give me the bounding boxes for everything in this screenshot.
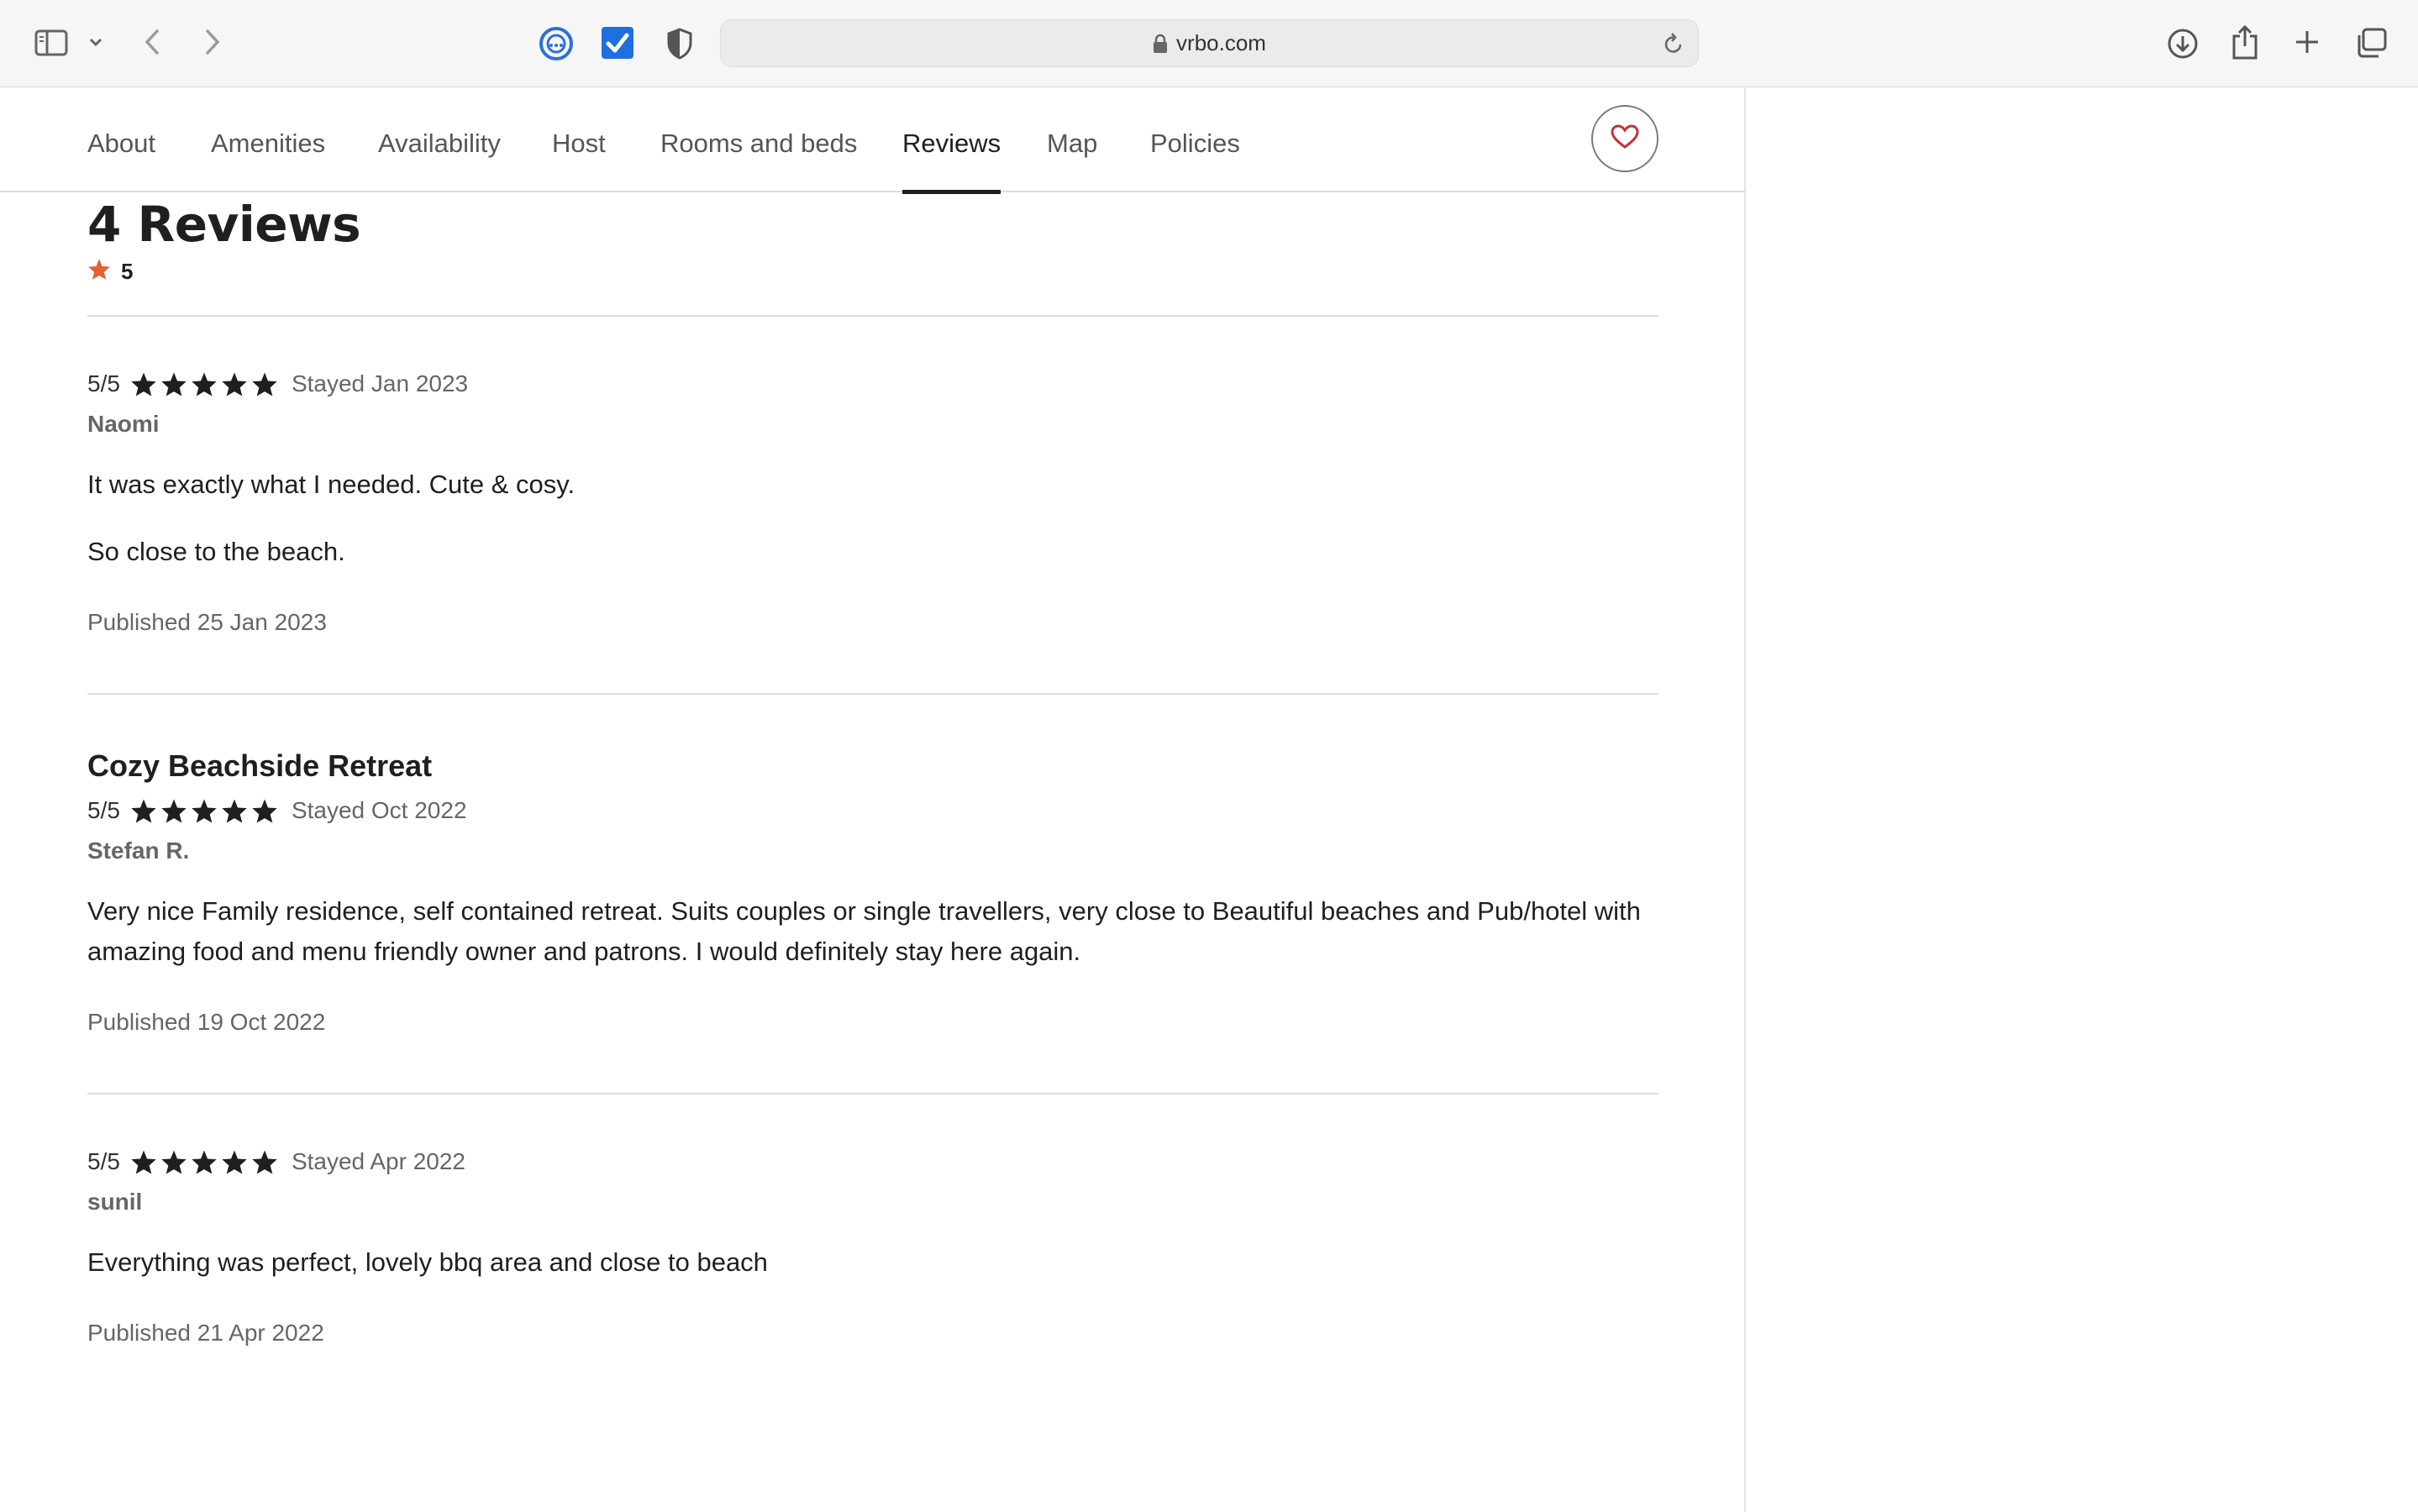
review-published-date: Published 19 Oct 2022: [87, 1009, 326, 1035]
star-icon: [222, 1150, 247, 1173]
tab-reviews[interactable]: Reviews: [902, 129, 1001, 194]
address-bar[interactable]: vrbo.com: [720, 19, 1699, 67]
browser-toolbar: vrbo.com: [0, 0, 2418, 87]
back-arrow-icon[interactable]: [139, 25, 165, 59]
review-stayed-date: Stayed Oct 2022: [291, 797, 467, 823]
right-blank-pane: [1748, 88, 2418, 1512]
star-icon: [222, 372, 247, 396]
review-rating-row: 5/5 Stayed Oct 2022: [87, 797, 1658, 824]
review-item: Cozy Beachside Retreat 5/5 Stayed Oct 20…: [87, 748, 1658, 1036]
overall-rating-value: 5: [121, 258, 134, 284]
star-icon: [192, 799, 217, 822]
download-icon[interactable]: [2166, 27, 2200, 60]
review-published-date: Published 21 Apr 2022: [87, 1320, 324, 1346]
share-icon[interactable]: [2230, 24, 2260, 60]
review-paragraph: So close to the beach.: [87, 537, 345, 566]
divider: [87, 315, 1658, 317]
review-score: 5/5: [87, 1148, 120, 1174]
review-title: Cozy Beachside Retreat: [87, 748, 433, 783]
star-icon: [252, 372, 277, 396]
review-stayed-date: Stayed Jan 2023: [291, 370, 469, 396]
forward-arrow-icon[interactable]: [200, 25, 225, 59]
star-icon: [192, 372, 217, 396]
star-icon: [161, 799, 187, 822]
checkbox-extension-icon[interactable]: [600, 25, 635, 60]
review-author: sunil: [87, 1189, 143, 1215]
star-icon: [131, 1150, 156, 1173]
tab-availability[interactable]: Availability: [378, 129, 501, 192]
review-score: 5/5: [87, 370, 120, 396]
star-icon: [87, 258, 111, 285]
review-body: It was exactly what I needed. Cute & cos…: [87, 465, 1658, 572]
shield-icon[interactable]: [664, 27, 696, 60]
web-page: About Amenities Availability Host Rooms …: [0, 88, 1746, 1512]
review-item: 5/5 Stayed Jan 2023 Naomi It was exactly…: [87, 370, 1658, 636]
tab-host[interactable]: Host: [552, 129, 606, 192]
reload-icon[interactable]: [1663, 32, 1685, 60]
lock-icon: [1153, 34, 1168, 54]
star-icon: [131, 799, 156, 822]
review-body: Everything was perfect, lovely bbq area …: [87, 1242, 1658, 1283]
review-stars: [130, 371, 278, 397]
review-paragraph: Very nice Family residence, self contain…: [87, 896, 1641, 966]
tab-overview-icon[interactable]: [2354, 27, 2388, 59]
tab-map[interactable]: Map: [1047, 129, 1097, 192]
overall-rating: 5: [87, 258, 1658, 285]
reviews-heading: 4 Reviews: [87, 196, 361, 253]
tab-amenities[interactable]: Amenities: [211, 129, 325, 192]
review-body: Very nice Family residence, self contain…: [87, 891, 1658, 972]
star-icon: [222, 799, 247, 822]
review-score: 5/5: [87, 797, 120, 823]
password-extension-icon[interactable]: [538, 25, 575, 62]
url-text: vrbo.com: [1176, 30, 1266, 55]
star-icon: [252, 799, 277, 822]
new-tab-plus-icon[interactable]: [2292, 27, 2322, 57]
divider: [87, 1093, 1658, 1095]
chevron-down-icon[interactable]: [86, 32, 106, 52]
star-icon: [192, 1150, 217, 1173]
tab-rooms-and-beds[interactable]: Rooms and beds: [660, 129, 857, 192]
star-icon: [131, 372, 156, 396]
review-paragraph: It was exactly what I needed. Cute & cos…: [87, 470, 576, 499]
review-rating-row: 5/5 Stayed Apr 2022: [87, 1148, 1658, 1175]
heart-icon: [1611, 123, 1639, 154]
star-icon: [252, 1150, 277, 1173]
review-published-date: Published 25 Jan 2023: [87, 609, 327, 635]
tab-about[interactable]: About: [87, 129, 155, 192]
divider: [87, 693, 1658, 695]
review-rating-row: 5/5 Stayed Jan 2023: [87, 370, 1658, 397]
review-stayed-date: Stayed Apr 2022: [291, 1148, 465, 1174]
review-author: Naomi: [87, 411, 160, 437]
review-stars: [130, 1149, 278, 1175]
star-icon: [161, 1150, 187, 1173]
tab-policies[interactable]: Policies: [1150, 129, 1240, 192]
star-icon: [161, 372, 187, 396]
reviews-section: 4 Reviews 5 5/5 Stayed Jan 2023 Naomi It…: [87, 192, 1658, 1347]
review-paragraph: Everything was perfect, lovely bbq area …: [87, 1247, 768, 1277]
save-favorite-button[interactable]: [1591, 105, 1658, 172]
review-item: 5/5 Stayed Apr 2022 sunil Everything was…: [87, 1148, 1658, 1347]
review-stars: [130, 798, 278, 824]
sidebar-toggle-icon[interactable]: [32, 28, 71, 58]
review-author: Stefan R.: [87, 837, 190, 864]
section-nav: About Amenities Availability Host Rooms …: [0, 88, 1746, 194]
